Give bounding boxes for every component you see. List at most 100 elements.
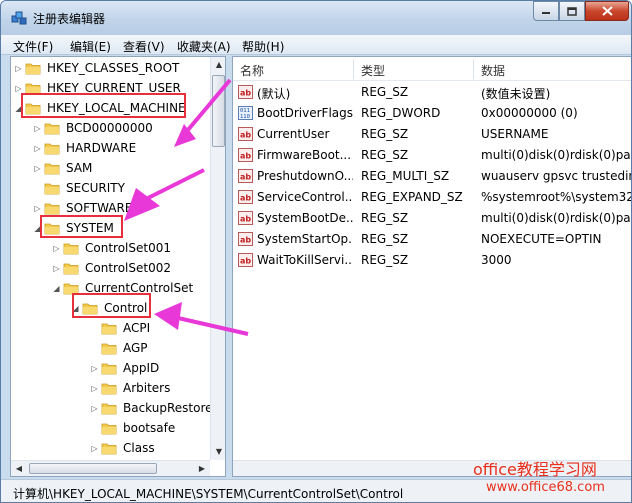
- svg-text:ab: ab: [240, 215, 251, 224]
- expander-icon[interactable]: ▷: [33, 204, 42, 213]
- tree-vertical-scrollbar[interactable]: ▲ ▼: [210, 57, 225, 460]
- expander-icon[interactable]: ▷: [14, 64, 23, 73]
- tree-item-label: SECURITY: [66, 181, 125, 195]
- tree-item[interactable]: ACPI: [90, 318, 150, 338]
- tree-item-label: bootsafe: [123, 421, 176, 435]
- value-row[interactable]: 011 110 BootDriverFlags REG_DWORD 0x00000000…: [233, 103, 631, 124]
- menu-edit[interactable]: 编辑(E): [70, 38, 111, 55]
- menu-favorites[interactable]: 收藏夹(A): [177, 38, 231, 55]
- expander-icon[interactable]: ▷: [90, 364, 99, 373]
- expander-icon[interactable]: ▷: [52, 264, 61, 273]
- values-list-pane[interactable]: 名称 类型 数据 ab (默认) REG_SZ (数值未设置) 011 110 BootDr…: [232, 56, 632, 477]
- tree-scroll-thumb[interactable]: [212, 75, 225, 147]
- folder-icon: [101, 383, 117, 394]
- highlight-control: [72, 293, 151, 318]
- menu-view[interactable]: 查看(V): [123, 38, 165, 55]
- scroll-down-icon[interactable]: ▼: [211, 444, 225, 460]
- tree-item-label: ControlSet002: [85, 261, 171, 275]
- folder-icon: [63, 263, 79, 274]
- column-type[interactable]: 类型: [361, 62, 385, 79]
- menu-file[interactable]: 文件(F): [13, 38, 53, 55]
- tree-item[interactable]: AGP: [90, 338, 148, 358]
- expander-icon[interactable]: ▷: [33, 144, 42, 153]
- tree-item-label: SOFTWARE: [66, 201, 133, 215]
- tree-item-label: SAM: [66, 161, 93, 175]
- value-row[interactable]: ab (默认) REG_SZ (数值未设置): [233, 82, 631, 103]
- tree-item[interactable]: ▷ ControlSet001: [52, 238, 171, 258]
- column-divider[interactable]: [473, 59, 474, 79]
- tree-item[interactable]: ▷ Class: [90, 438, 154, 458]
- expander-icon[interactable]: ▷: [33, 124, 42, 133]
- column-name[interactable]: 名称: [240, 62, 264, 79]
- tree-item[interactable]: SECURITY: [33, 178, 125, 198]
- column-data[interactable]: 数据: [481, 62, 505, 79]
- value-data: multi(0)disk(0)rdisk(0)part: [481, 211, 632, 225]
- title-bar[interactable]: 注册表编辑器: [1, 1, 631, 35]
- value-data: (数值未设置): [481, 87, 551, 101]
- tree-item[interactable]: ▷ BackupRestore: [90, 398, 212, 418]
- string-value-icon: ab: [238, 190, 253, 204]
- expander-icon[interactable]: ◢: [52, 284, 61, 293]
- scroll-right-icon[interactable]: ▶: [194, 461, 210, 476]
- value-name: FirmwareBoot...: [257, 148, 352, 162]
- key-tree-pane[interactable]: ▷ HKEY_CLASSES_ROOT ▷ HKEY_CURRENT_USER ◢ HKE…: [10, 56, 226, 477]
- tree-item[interactable]: ▷ HKEY_CLASSES_ROOT: [14, 58, 179, 78]
- value-row[interactable]: ab CurrentUser REG_SZ USERNAME: [233, 124, 631, 145]
- value-row[interactable]: ab ServiceControl... REG_EXPAND_SZ %systemr…: [233, 187, 631, 208]
- folder-icon: [44, 183, 60, 194]
- close-button[interactable]: [585, 1, 629, 21]
- value-type: REG_SZ: [361, 211, 409, 225]
- value-type: REG_SZ: [361, 148, 409, 162]
- value-name: ServiceControl...: [257, 190, 353, 204]
- value-row[interactable]: ab FirmwareBoot... REG_SZ multi(0)disk(0)rd…: [233, 145, 631, 166]
- expander-icon[interactable]: ▷: [90, 384, 99, 393]
- tree-item[interactable]: ▷ ControlSet002: [52, 258, 171, 278]
- column-divider[interactable]: [353, 59, 354, 79]
- value-row[interactable]: ab SystemStartOp... REG_SZ NOEXECUTE=OPTIN: [233, 229, 631, 250]
- tree-item[interactable]: ▷ Arbiters: [90, 378, 170, 398]
- folder-icon: [44, 143, 60, 154]
- svg-text:ab: ab: [240, 131, 251, 140]
- folder-icon: [101, 443, 117, 454]
- svg-text:110: 110: [240, 114, 250, 120]
- value-type: REG_SZ: [361, 127, 409, 141]
- registry-editor-icon: [11, 11, 27, 25]
- value-row[interactable]: ab SystemBootDe... REG_SZ multi(0)disk(0)rd…: [233, 208, 632, 229]
- tree-item[interactable]: ▷ HARDWARE: [33, 138, 136, 158]
- string-value-icon: ab: [238, 148, 253, 162]
- tree-item[interactable]: ▷ AppID: [90, 358, 159, 378]
- value-row[interactable]: ab WaitToKillServi... REG_SZ 3000: [233, 250, 631, 271]
- value-type: REG_SZ: [361, 232, 409, 246]
- menu-help[interactable]: 帮助(H): [242, 38, 284, 55]
- expander-icon[interactable]: ▷: [33, 164, 42, 173]
- svg-text:ab: ab: [240, 257, 251, 266]
- folder-icon: [44, 203, 60, 214]
- svg-text:ab: ab: [240, 173, 251, 182]
- minimize-icon: [542, 12, 550, 14]
- tree-hscroll-thumb[interactable]: [29, 463, 157, 474]
- svg-text:ab: ab: [240, 236, 251, 245]
- window-title: 注册表编辑器: [33, 12, 106, 26]
- tree-horizontal-scrollbar[interactable]: ◀ ▶: [11, 460, 210, 476]
- maximize-button[interactable]: [559, 1, 585, 21]
- minimize-button[interactable]: [533, 1, 559, 21]
- value-type: REG_DWORD: [361, 106, 441, 120]
- tree-item-label: ControlSet001: [85, 241, 171, 255]
- expander-icon[interactable]: ▷: [90, 404, 99, 413]
- value-row[interactable]: ab PreshutdownO... REG_MULTI_SZ wuauserv gp…: [233, 166, 631, 187]
- tree-item[interactable]: bootsafe: [90, 418, 175, 438]
- string-value-icon: ab: [238, 85, 253, 99]
- scroll-up-icon[interactable]: ▲: [211, 57, 225, 73]
- value-type: REG_MULTI_SZ: [361, 169, 450, 183]
- tree-item[interactable]: ▷ SAM: [33, 158, 92, 178]
- folder-icon: [101, 323, 117, 334]
- expander-icon[interactable]: ▷: [14, 84, 23, 93]
- expander-icon[interactable]: ▷: [52, 244, 61, 253]
- value-data: 0x00000000 (0): [481, 106, 578, 120]
- scroll-left-icon[interactable]: ◀: [11, 461, 27, 476]
- tree-item-label: BCD00000000: [66, 121, 153, 135]
- expander-icon[interactable]: ▷: [90, 444, 99, 453]
- tree-item[interactable]: ▷ BCD00000000: [33, 118, 153, 138]
- value-type: REG_SZ: [361, 253, 409, 267]
- string-value-icon: ab: [238, 253, 253, 267]
